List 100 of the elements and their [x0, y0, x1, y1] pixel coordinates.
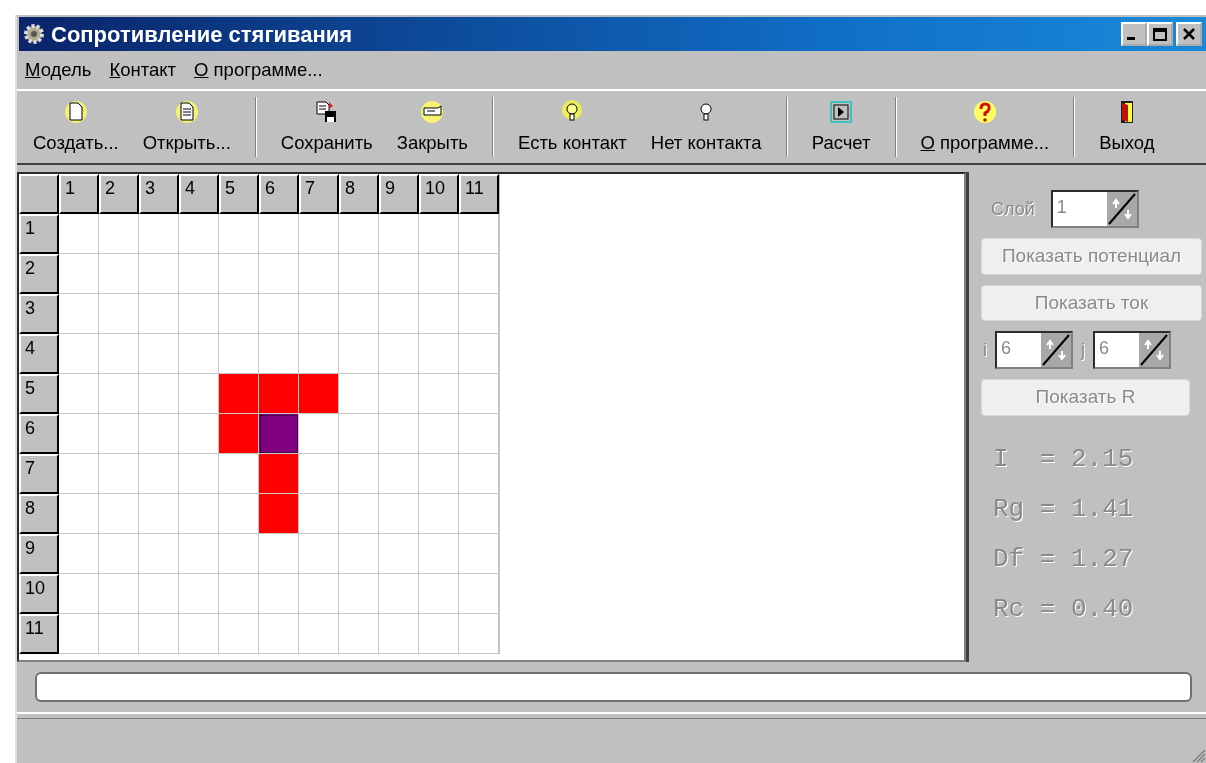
grid-cell[interactable] — [339, 214, 379, 254]
grid-cell[interactable] — [459, 214, 499, 254]
toolbar-button[interactable]: Сохранить — [268, 95, 385, 159]
toolbar-button[interactable]: Расчет — [799, 95, 883, 159]
grid-cell[interactable] — [219, 214, 259, 254]
grid-cell[interactable] — [299, 614, 339, 654]
grid-cell[interactable] — [59, 574, 99, 614]
grid-cell[interactable] — [419, 374, 459, 414]
grid-cell[interactable] — [99, 494, 139, 534]
grid-cell[interactable] — [419, 294, 459, 334]
grid-cell[interactable] — [339, 254, 379, 294]
grid-cell[interactable] — [99, 414, 139, 454]
grid-cell[interactable] — [59, 254, 99, 294]
grid-cell[interactable] — [339, 534, 379, 574]
grid-cell[interactable] — [139, 214, 179, 254]
grid-cell[interactable] — [59, 454, 99, 494]
grid-cell[interactable] — [219, 534, 259, 574]
grid-cell[interactable] — [219, 334, 259, 374]
grid-cell[interactable] — [419, 494, 459, 534]
grid-cell[interactable] — [299, 414, 339, 454]
grid-cell[interactable] — [459, 574, 499, 614]
toolbar-button[interactable]: Закрыть — [384, 95, 480, 159]
grid-cell[interactable] — [459, 534, 499, 574]
grid-cell[interactable] — [259, 214, 299, 254]
grid-cell[interactable] — [99, 614, 139, 654]
grid-cell[interactable] — [459, 614, 499, 654]
grid-cell[interactable] — [459, 494, 499, 534]
minimize-button[interactable] — [1121, 22, 1147, 46]
grid-cell[interactable] — [259, 574, 299, 614]
grid-cell[interactable] — [99, 454, 139, 494]
grid-cell[interactable] — [459, 374, 499, 414]
grid-cell[interactable] — [219, 374, 259, 414]
grid-cell[interactable] — [299, 534, 339, 574]
menu-item[interactable]: Модель — [25, 56, 92, 84]
grid-cell[interactable] — [139, 254, 179, 294]
grid-cell[interactable] — [139, 374, 179, 414]
grid-cell[interactable] — [99, 214, 139, 254]
toolbar-button[interactable]: О программе... — [908, 95, 1062, 159]
grid-cell[interactable] — [379, 374, 419, 414]
grid-cell[interactable] — [259, 414, 299, 454]
grid-cell[interactable] — [259, 494, 299, 534]
grid-cell[interactable] — [99, 574, 139, 614]
grid-cell[interactable] — [379, 494, 419, 534]
toolbar-button[interactable]: Нет контакта — [638, 95, 774, 159]
grid-cell[interactable] — [179, 374, 219, 414]
grid-cell[interactable] — [339, 454, 379, 494]
grid-cell[interactable] — [299, 334, 339, 374]
grid-cell[interactable] — [299, 494, 339, 534]
grid-cell[interactable] — [59, 414, 99, 454]
grid-cell[interactable] — [139, 414, 179, 454]
grid-cell[interactable] — [419, 454, 459, 494]
grid-cell[interactable] — [379, 574, 419, 614]
grid-cell[interactable] — [419, 214, 459, 254]
grid-cell[interactable] — [379, 214, 419, 254]
grid-cell[interactable] — [179, 214, 219, 254]
grid-cell[interactable] — [139, 334, 179, 374]
grid-cell[interactable] — [259, 294, 299, 334]
grid-cell[interactable] — [219, 254, 259, 294]
grid-cell[interactable] — [59, 494, 99, 534]
grid-cell[interactable] — [219, 494, 259, 534]
grid-cell[interactable] — [419, 414, 459, 454]
grid-cell[interactable] — [339, 614, 379, 654]
grid-cell[interactable] — [419, 574, 459, 614]
grid-cell[interactable] — [379, 534, 419, 574]
grid-cell[interactable] — [99, 534, 139, 574]
grid-cell[interactable] — [259, 374, 299, 414]
grid-cell[interactable] — [139, 574, 179, 614]
grid-cell[interactable] — [179, 334, 219, 374]
grid-cell[interactable] — [139, 294, 179, 334]
grid-cell[interactable] — [59, 334, 99, 374]
grid-cell[interactable] — [259, 614, 299, 654]
grid-cell[interactable] — [59, 534, 99, 574]
grid-cell[interactable] — [99, 334, 139, 374]
grid-cell[interactable] — [339, 414, 379, 454]
grid-cell[interactable] — [339, 334, 379, 374]
toolbar-button[interactable]: Открыть... — [130, 95, 243, 159]
grid-cell[interactable] — [379, 414, 419, 454]
grid-cell[interactable] — [459, 294, 499, 334]
grid-cell[interactable] — [339, 294, 379, 334]
grid-cell[interactable] — [459, 454, 499, 494]
grid-cell[interactable] — [299, 574, 339, 614]
grid-cell[interactable] — [379, 294, 419, 334]
grid-cell[interactable] — [339, 494, 379, 534]
grid-cell[interactable] — [219, 574, 259, 614]
grid-cell[interactable] — [99, 254, 139, 294]
grid-cell[interactable] — [379, 334, 419, 374]
grid-cell[interactable] — [219, 454, 259, 494]
grid-cell[interactable] — [339, 574, 379, 614]
grid-cell[interactable] — [59, 374, 99, 414]
resize-grip-icon[interactable] — [1190, 747, 1206, 763]
grid-cell[interactable] — [259, 254, 299, 294]
grid-cell[interactable] — [179, 454, 219, 494]
grid-cell[interactable] — [219, 414, 259, 454]
grid-cell[interactable] — [179, 254, 219, 294]
grid-cell[interactable] — [179, 414, 219, 454]
grid-cell[interactable] — [299, 374, 339, 414]
grid-cell[interactable] — [99, 294, 139, 334]
grid-cell[interactable] — [179, 494, 219, 534]
grid-cell[interactable] — [459, 414, 499, 454]
grid-cell[interactable] — [419, 334, 459, 374]
